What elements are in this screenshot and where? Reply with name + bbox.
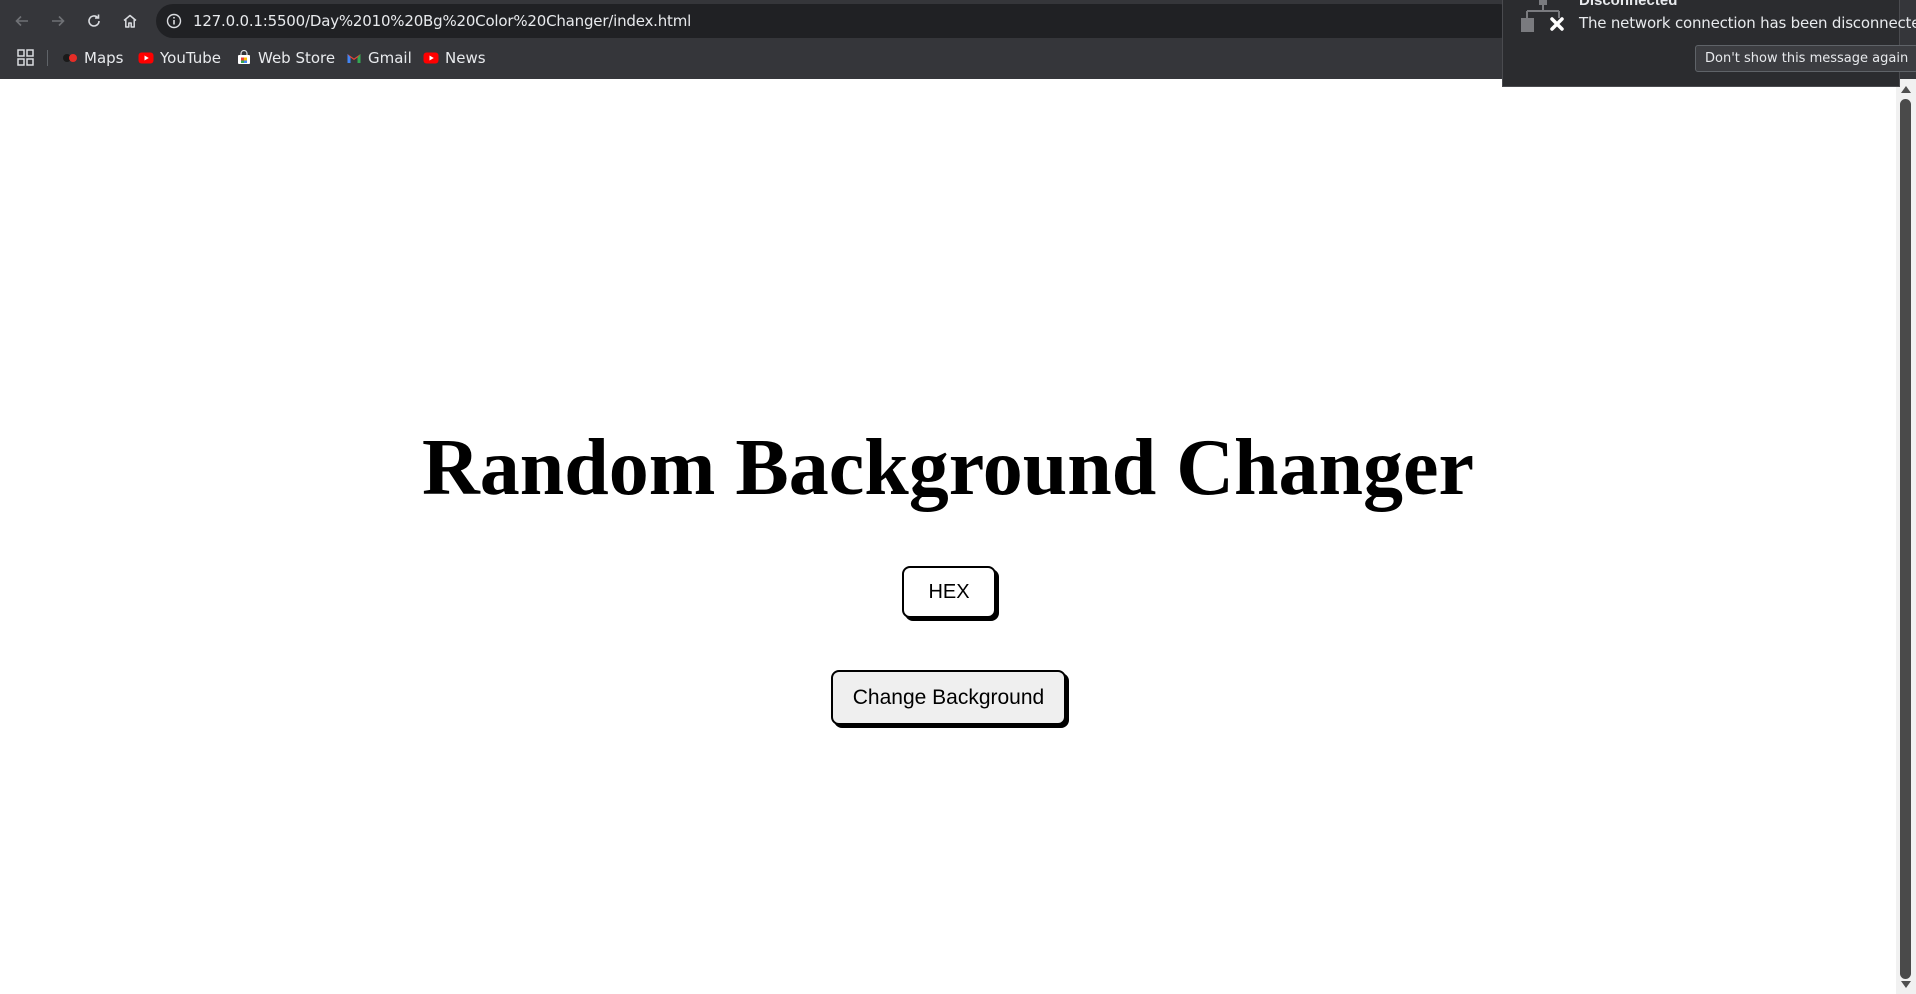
notification-message: The network connection has been disconne… <box>1579 14 1916 32</box>
apps-grid-icon[interactable] <box>17 49 34 66</box>
bookmark-maps[interactable]: Maps <box>62 45 123 71</box>
change-background-button[interactable]: Change Background <box>831 670 1066 725</box>
dont-show-again-button[interactable]: Don't show this message again <box>1695 45 1916 72</box>
scroll-up-arrow-icon[interactable] <box>1901 86 1911 93</box>
notification-title: Disconnected <box>1579 0 1678 9</box>
hex-button[interactable]: HEX <box>902 566 996 618</box>
page-content: Random Background Changer HEX Change Bac… <box>0 79 1896 994</box>
bookmark-label: News <box>445 49 486 67</box>
bookmark-news[interactable]: News <box>423 45 486 71</box>
back-button[interactable] <box>7 6 37 36</box>
bookmark-gmail[interactable]: Gmail <box>346 45 412 71</box>
youtube-icon <box>423 50 439 66</box>
page-title: Random Background Changer <box>421 424 1475 512</box>
bookmark-label: Gmail <box>368 49 412 67</box>
info-icon[interactable] <box>166 13 182 29</box>
gmail-icon <box>346 50 362 66</box>
reload-icon <box>88 14 100 27</box>
network-notification: Disconnected The network connection has … <box>1502 0 1916 87</box>
forward-button[interactable] <box>43 6 73 36</box>
bookmark-label: YouTube <box>160 49 221 67</box>
bookmark-web-store[interactable]: Web Store <box>236 45 335 71</box>
scroll-down-arrow-icon[interactable] <box>1901 981 1911 988</box>
scroll-thumb[interactable] <box>1900 99 1911 979</box>
home-icon <box>123 14 137 28</box>
youtube-icon <box>138 50 154 66</box>
vertical-scrollbar[interactable] <box>1896 79 1916 994</box>
reload-button[interactable] <box>79 6 109 36</box>
home-button[interactable] <box>115 6 145 36</box>
address-bar[interactable]: 127.0.0.1:5500/Day%2010%20Bg%20Color%20C… <box>156 4 1516 38</box>
arrow-left-icon <box>15 15 28 27</box>
bookmark-label: Maps <box>84 49 124 67</box>
arrow-right-icon <box>52 15 65 27</box>
network-disconnected-icon <box>1521 0 1564 32</box>
bookmark-label: Web Store <box>258 49 336 67</box>
web-store-icon <box>236 50 252 66</box>
url-text[interactable]: 127.0.0.1:5500/Day%2010%20Bg%20Color%20C… <box>193 12 691 30</box>
bookmarks-separator <box>47 50 48 66</box>
maps-icon <box>62 50 78 66</box>
bookmark-youtube[interactable]: YouTube <box>138 45 221 71</box>
